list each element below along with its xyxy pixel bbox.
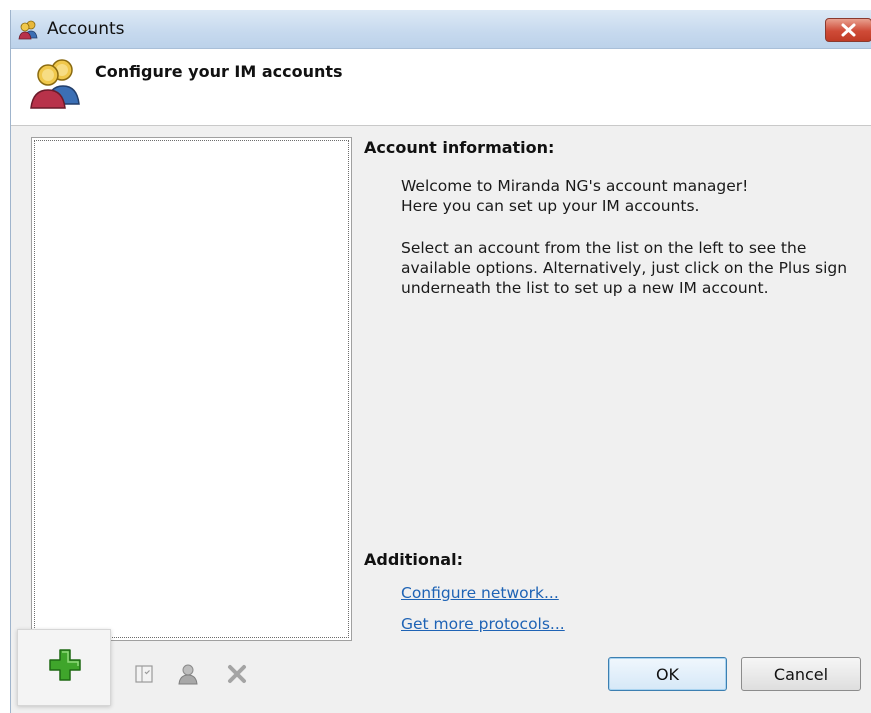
- ok-button[interactable]: OK: [608, 657, 727, 691]
- info-line: available options. Alternatively, just c…: [401, 259, 848, 277]
- user-icon[interactable]: [176, 662, 200, 686]
- plus-icon: [49, 649, 81, 681]
- close-icon: [841, 23, 856, 37]
- close-button[interactable]: [825, 18, 871, 42]
- additional-heading: Additional:: [364, 550, 463, 569]
- window-title: Accounts: [47, 19, 125, 39]
- info-line: Here you can set up your IM accounts.: [401, 197, 700, 215]
- delete-icon[interactable]: [225, 662, 249, 686]
- info-line: underneath the list to set up a new IM a…: [401, 279, 769, 297]
- get-more-protocols-link[interactable]: Get more protocols...: [401, 615, 565, 633]
- account-info-heading: Account information:: [364, 138, 555, 157]
- info-line: Select an account from the list on the l…: [401, 239, 807, 257]
- page-title: Configure your IM accounts: [95, 62, 343, 81]
- configure-network-link[interactable]: Configure network...: [401, 584, 559, 602]
- add-account-button[interactable]: [17, 629, 111, 706]
- info-line: Welcome to Miranda NG's account manager!: [401, 177, 749, 195]
- dialog-header: Configure your IM accounts: [11, 49, 871, 126]
- users-icon: [18, 20, 38, 40]
- accounts-window: Accounts Configure your IM accounts Acco…: [10, 10, 871, 713]
- title-bar[interactable]: Accounts: [11, 10, 871, 49]
- cancel-button[interactable]: Cancel: [741, 657, 861, 691]
- users-icon: [30, 59, 80, 109]
- edit-icon[interactable]: [132, 662, 156, 686]
- account-list[interactable]: [31, 137, 352, 641]
